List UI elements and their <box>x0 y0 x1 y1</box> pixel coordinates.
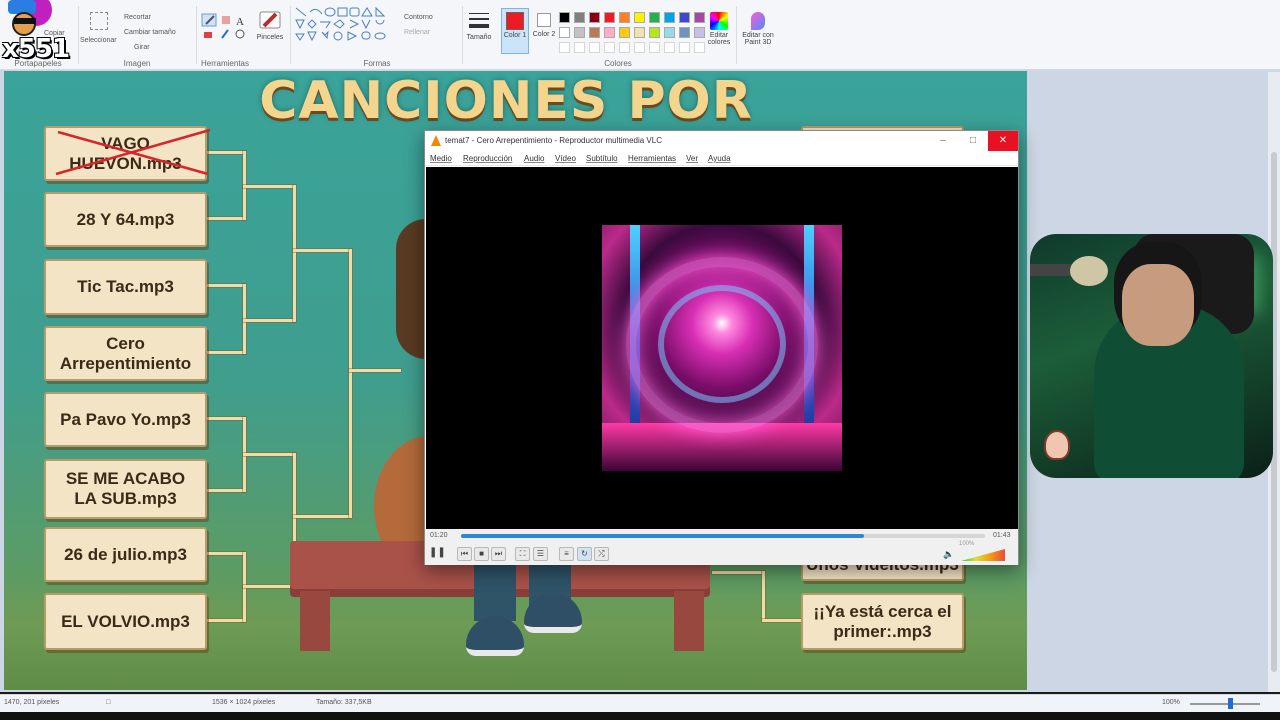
svg-text:A: A <box>236 16 244 28</box>
song-card[interactable]: ¡¡Ya está cerca el primer:.mp3 <box>801 593 964 650</box>
song-card[interactable]: 26 de julio.mp3 <box>44 527 207 582</box>
select-icon <box>90 12 108 30</box>
playlist-icon[interactable]: ≡ <box>559 547 574 561</box>
album-art <box>602 225 842 471</box>
song-card[interactable]: Cero Arrepentimiento <box>44 326 207 381</box>
song-card[interactable]: SE ME ACABO LA SUB.mp3 <box>44 459 207 519</box>
menu-view[interactable]: Ver <box>686 154 698 163</box>
bench-leg <box>300 591 330 651</box>
song-card[interactable]: Tic Tac.mp3 <box>44 259 207 315</box>
cursor-position: 1470, 201 píxeles <box>4 699 60 706</box>
menu-help[interactable]: Ayuda <box>708 154 731 163</box>
song-card[interactable]: 28 Y 64.mp3 <box>44 192 207 247</box>
clipboard-group-label: Portapapeles <box>14 59 62 68</box>
webcam-overlay <box>1030 234 1273 478</box>
image-group-label: Imagen <box>123 59 151 68</box>
vlc-menubar: Medio Reproducción Audio Vídeo Subtítulo… <box>425 151 1018 166</box>
brushes-button[interactable]: Pinceles <box>254 8 286 41</box>
taskbar-edge <box>0 712 1280 720</box>
menu-audio[interactable]: Audio <box>524 154 544 163</box>
minimize-button[interactable]: – <box>928 131 958 151</box>
menu-media[interactable]: Medio <box>430 154 452 163</box>
crop-button[interactable]: Recortar <box>124 14 151 21</box>
extended-settings-icon[interactable]: ☰ <box>533 547 548 561</box>
shapes-group: Contorno Rellenar Formas <box>292 4 462 68</box>
vlc-cone-icon <box>431 135 441 146</box>
vlc-video-area[interactable] <box>426 167 1018 529</box>
image-dimensions: 1536 × 1024 píxeles <box>212 699 276 706</box>
zoom-level: 100% <box>1162 699 1180 706</box>
paint3d-label: Editar con Paint 3D <box>742 32 774 46</box>
previous-icon[interactable]: ⏮ <box>457 547 472 561</box>
menu-subtitle[interactable]: Subtítulo <box>586 154 618 163</box>
paint3d-button[interactable]: Editar con Paint 3D <box>738 8 778 46</box>
file-size: Tamaño: 337,5KB <box>316 699 372 706</box>
song-card[interactable]: Pa Pavo Yo.mp3 <box>44 392 207 447</box>
fullscreen-icon[interactable]: ⛶ <box>515 547 530 561</box>
bench-leg <box>674 591 704 651</box>
song-card[interactable]: EL VOLVIO.mp3 <box>44 593 207 650</box>
tools-group-label: Herramientas <box>200 59 249 68</box>
size-button[interactable]: Tamaño <box>464 10 494 41</box>
color-wheel-icon <box>710 12 728 30</box>
select-button[interactable]: Seleccionar <box>80 37 117 44</box>
menu-playback[interactable]: Reproducción <box>463 154 512 163</box>
zoom-thumb[interactable] <box>1228 698 1233 709</box>
cartoon-pants <box>474 561 516 621</box>
seek-bar-area: 01:20 01:43 <box>425 529 1018 543</box>
volume-slider[interactable] <box>961 549 1005 561</box>
total-time: 01:43 <box>993 532 1011 539</box>
vlc-titlebar[interactable]: temat7 - Cero Arrepentimiento - Reproduc… <box>425 131 1018 151</box>
line-size-icon <box>469 13 489 28</box>
brush-icon <box>259 11 281 29</box>
close-button[interactable]: ✕ <box>988 131 1018 151</box>
microphone <box>1070 256 1108 286</box>
shapes-group-label: Formas <box>363 59 391 68</box>
image-group: Seleccionar Recortar Cambiar tamaño Gira… <box>80 4 194 68</box>
outline-dropdown[interactable]: Contorno <box>404 14 433 21</box>
paint-statusbar: 1470, 201 píxeles □ 1536 × 1024 píxeles … <box>0 694 1280 712</box>
volume-level: 100% <box>959 541 975 547</box>
paint-ribbon: x551 Copiar Portapapeles Seleccionar Rec… <box>0 0 1280 70</box>
rotate-button[interactable]: Girar <box>134 44 150 51</box>
colors-group-label: Colores <box>604 59 632 68</box>
edit-colors-button[interactable]: Editar colores <box>704 8 734 46</box>
next-icon[interactable]: ⏭ <box>491 547 506 561</box>
vlc-window-title: temat7 - Cero Arrepentimiento - Reproduc… <box>445 136 662 145</box>
vlc-window: temat7 - Cero Arrepentimiento - Reproduc… <box>424 130 1019 565</box>
playback-controls: ❚❚ ⏮ ■ ⏭ ⛶ ☰ ≡ ↻ ⤮ 🔈 100% <box>425 541 1018 565</box>
tools-group: A Herramientas <box>198 4 252 68</box>
menu-tools[interactable]: Herramientas <box>628 154 676 163</box>
edit-colors-label: Editar colores <box>707 32 731 46</box>
menu-video[interactable]: Vídeo <box>555 154 576 163</box>
resize-button[interactable]: Cambiar tamaño <box>124 29 176 36</box>
tools-icons[interactable]: A <box>198 4 250 44</box>
loop-icon[interactable]: ↻ <box>577 547 592 561</box>
shapes-gallery[interactable] <box>292 4 396 44</box>
shuffle-icon[interactable]: ⤮ <box>594 547 609 561</box>
stop-icon[interactable]: ■ <box>474 547 489 561</box>
elapsed-time: 01:20 <box>430 532 448 539</box>
speaker-icon[interactable]: 🔈 <box>943 549 954 560</box>
size-label: Tamaño <box>466 34 492 41</box>
pause-icon[interactable]: ❚❚ <box>429 547 446 561</box>
selection-icon: □ <box>106 699 111 706</box>
seek-progress <box>461 534 865 538</box>
strikethrough-mark <box>55 128 211 176</box>
paint3d-icon <box>751 12 765 30</box>
fill-dropdown[interactable]: Rellenar <box>404 29 430 36</box>
maximize-button[interactable]: □ <box>958 131 988 151</box>
zoom-slider[interactable] <box>1190 703 1260 705</box>
brushes-label: Pinceles <box>256 34 284 41</box>
mascot-sticker <box>1044 430 1070 460</box>
seek-slider[interactable] <box>461 534 985 538</box>
screen: x551 Copiar Portapapeles Seleccionar Rec… <box>0 0 1280 720</box>
streamer-face <box>1122 264 1194 346</box>
